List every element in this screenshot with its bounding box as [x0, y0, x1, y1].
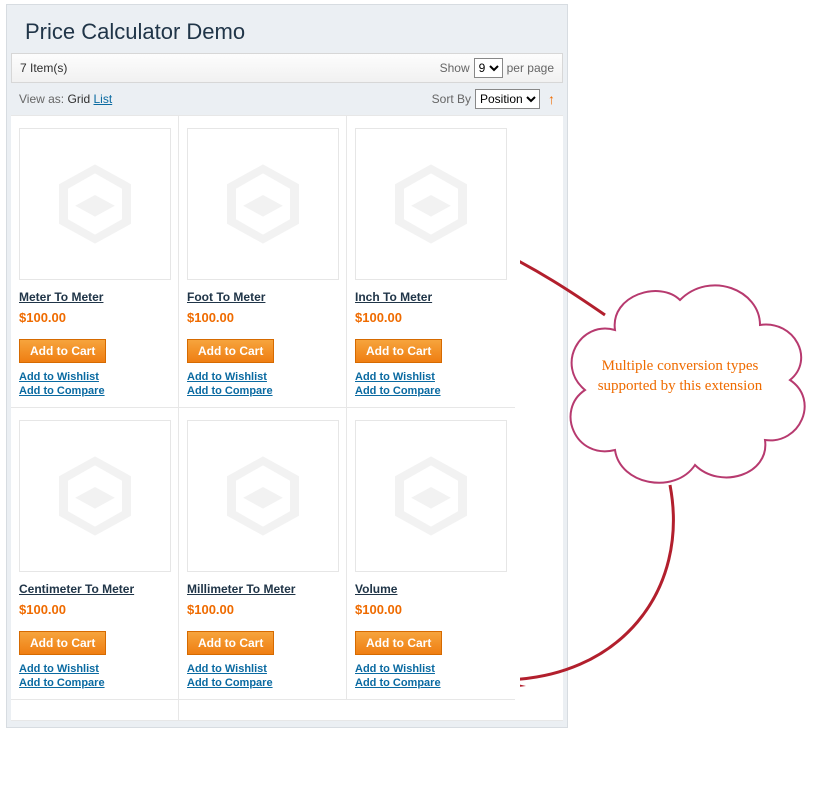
add-to-cart-button[interactable]: Add to Cart: [355, 339, 442, 363]
add-to-compare-link[interactable]: Add to Compare: [355, 677, 507, 689]
product-image[interactable]: [19, 420, 171, 572]
add-to-wishlist-link[interactable]: Add to Wishlist: [355, 371, 507, 383]
add-to-compare-link[interactable]: Add to Compare: [355, 385, 507, 397]
product-price: $100.00: [19, 602, 170, 617]
product-card: Meter To Meter $100.00 Add to Cart Add t…: [11, 116, 179, 408]
product-image[interactable]: [355, 128, 507, 280]
product-card: Millimeter To Meter $100.00 Add to Cart …: [179, 408, 347, 700]
viewbar: View as: Grid List Sort By Position ↑: [11, 85, 563, 115]
page-container: Price Calculator Demo 7 Item(s) Show 9 p…: [6, 4, 568, 728]
add-to-cart-button[interactable]: Add to Cart: [19, 339, 106, 363]
product-grid-partial-row: [11, 700, 563, 721]
product-image[interactable]: [187, 420, 339, 572]
view-as-label: View as:: [19, 92, 64, 106]
product-price: $100.00: [355, 602, 507, 617]
product-image[interactable]: [187, 128, 339, 280]
add-to-cart-button[interactable]: Add to Cart: [187, 339, 274, 363]
product-price: $100.00: [187, 602, 338, 617]
product-name[interactable]: Centimeter To Meter: [19, 582, 170, 596]
product-name[interactable]: Meter To Meter: [19, 290, 170, 304]
add-to-cart-button[interactable]: Add to Cart: [355, 631, 442, 655]
add-to-wishlist-link[interactable]: Add to Wishlist: [355, 663, 507, 675]
toolbar: 7 Item(s) Show 9 per page: [11, 53, 563, 83]
product-image[interactable]: [355, 420, 507, 572]
add-to-compare-link[interactable]: Add to Compare: [19, 677, 170, 689]
product-image[interactable]: [19, 128, 171, 280]
product-price: $100.00: [355, 310, 507, 325]
add-to-wishlist-link[interactable]: Add to Wishlist: [187, 371, 338, 383]
add-to-cart-button[interactable]: Add to Cart: [187, 631, 274, 655]
product-price: $100.00: [187, 310, 338, 325]
page-title: Price Calculator Demo: [7, 5, 567, 53]
product-card: Inch To Meter $100.00 Add to Cart Add to…: [347, 116, 515, 408]
sort-by-label: Sort By: [432, 92, 471, 106]
add-to-compare-link[interactable]: Add to Compare: [187, 677, 338, 689]
add-to-compare-link[interactable]: Add to Compare: [19, 385, 170, 397]
add-to-compare-link[interactable]: Add to Compare: [187, 385, 338, 397]
per-page-label: per page: [507, 61, 554, 75]
view-list-link[interactable]: List: [94, 92, 113, 106]
add-to-wishlist-link[interactable]: Add to Wishlist: [19, 371, 170, 383]
annotation-text: Multiple conversion types supported by t…: [592, 356, 768, 397]
show-label: Show: [440, 61, 470, 75]
sort-direction-icon[interactable]: ↑: [548, 91, 555, 107]
product-name[interactable]: Inch To Meter: [355, 290, 507, 304]
product-card: Foot To Meter $100.00 Add to Cart Add to…: [179, 116, 347, 408]
show-select[interactable]: 9: [474, 58, 503, 78]
view-grid: Grid: [67, 92, 90, 106]
add-to-cart-button[interactable]: Add to Cart: [19, 631, 106, 655]
item-count: 7 Item(s): [20, 61, 67, 75]
product-card: Centimeter To Meter $100.00 Add to Cart …: [11, 408, 179, 700]
product-name[interactable]: Volume: [355, 582, 507, 596]
sort-by-select[interactable]: Position: [475, 89, 540, 109]
add-to-wishlist-link[interactable]: Add to Wishlist: [187, 663, 338, 675]
add-to-wishlist-link[interactable]: Add to Wishlist: [19, 663, 170, 675]
product-grid: Meter To Meter $100.00 Add to Cart Add t…: [11, 115, 563, 700]
product-price: $100.00: [19, 310, 170, 325]
product-name[interactable]: Foot To Meter: [187, 290, 338, 304]
product-card: Volume $100.00 Add to Cart Add to Wishli…: [347, 408, 515, 700]
product-name[interactable]: Millimeter To Meter: [187, 582, 338, 596]
